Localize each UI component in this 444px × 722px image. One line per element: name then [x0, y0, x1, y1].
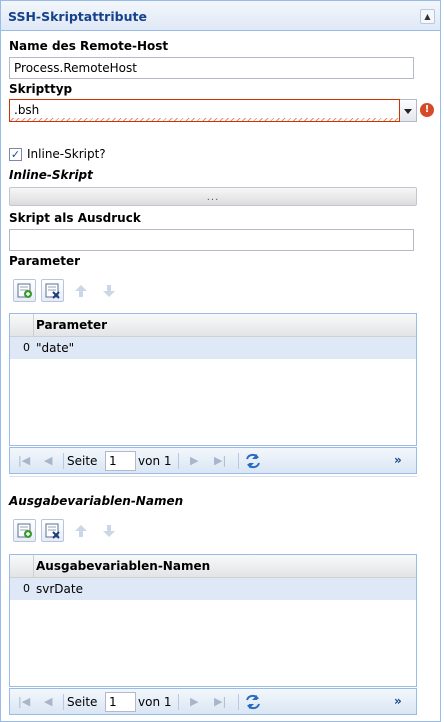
delete-parameter-button[interactable]	[41, 279, 64, 302]
next-page-icon[interactable]: ▶	[190, 454, 198, 467]
more-button[interactable]: »	[394, 453, 402, 467]
separator	[63, 694, 64, 710]
inline-script-label: Inline-Skript	[9, 168, 93, 182]
page-label: Seite	[67, 454, 98, 468]
panel-title: SSH-Skriptattribute	[8, 9, 147, 24]
separator	[178, 694, 179, 710]
column-header[interactable]: Ausgabevariablen-Namen	[36, 559, 210, 573]
move-up-icon	[75, 525, 87, 537]
page-count-label: von 1	[138, 695, 172, 709]
separator	[238, 694, 239, 710]
script-expression-label: Skript als Ausdruck	[9, 211, 141, 225]
separator	[238, 453, 239, 469]
inline-script-edit-button[interactable]: ...	[9, 187, 417, 206]
last-page-icon[interactable]: ▶|	[214, 454, 226, 467]
script-type-combo[interactable]: .bsh	[9, 99, 417, 122]
script-type-label: Skripttyp	[9, 82, 73, 96]
parameters-label: Parameter	[9, 254, 81, 268]
move-down-button[interactable]	[97, 279, 120, 302]
error-icon: !	[420, 103, 434, 117]
move-down-button[interactable]	[97, 519, 120, 542]
output-vars-label: Ausgabevariablen-Namen	[9, 494, 184, 508]
table-row[interactable]: 0 "date"	[10, 337, 416, 359]
row-number: 0	[23, 341, 30, 354]
page-label: Seite	[67, 695, 98, 709]
output-vars-pager: |◀ ◀ Seite 1 von 1 ▶ ▶| »	[9, 688, 417, 715]
move-up-icon	[75, 285, 87, 297]
divider	[9, 476, 417, 477]
refresh-icon[interactable]	[244, 693, 262, 711]
first-page-icon[interactable]: |◀	[18, 454, 30, 467]
table-cell[interactable]: "date"	[36, 341, 74, 355]
separator	[178, 453, 179, 469]
script-type-input[interactable]: .bsh	[9, 99, 400, 122]
move-down-icon	[103, 525, 115, 537]
page-count-label: von 1	[138, 454, 172, 468]
delete-output-var-button[interactable]	[41, 519, 64, 542]
panel-header: SSH-Skriptattribute ▲	[1, 1, 440, 31]
table-row[interactable]: 0 svrDate	[10, 578, 416, 600]
grid-header: Ausgabevariablen-Namen	[10, 555, 416, 578]
more-button[interactable]: »	[394, 694, 402, 708]
add-output-var-button[interactable]	[13, 519, 36, 542]
row-number-header	[10, 314, 34, 336]
add-row-icon	[17, 523, 32, 538]
parameters-grid: Parameter 0 "date"	[9, 313, 417, 446]
row-number: 0	[23, 582, 30, 595]
page-number-input[interactable]: 1	[105, 451, 136, 471]
grid-header: Parameter	[10, 314, 416, 337]
prev-page-icon[interactable]: ◀	[44, 454, 52, 467]
move-up-button[interactable]	[69, 279, 92, 302]
ssh-script-attributes-panel: SSH-Skriptattribute ▲ Name des Remote-Ho…	[0, 0, 441, 722]
parameters-pager: |◀ ◀ Seite 1 von 1 ▶ ▶| »	[9, 447, 417, 474]
move-up-button[interactable]	[69, 519, 92, 542]
inline-script-checkbox-label: Inline-Skript?	[27, 147, 106, 161]
chevron-down-icon[interactable]	[400, 99, 417, 122]
add-row-icon	[17, 283, 32, 298]
last-page-icon[interactable]: ▶|	[214, 695, 226, 708]
refresh-icon[interactable]	[244, 452, 262, 470]
prev-page-icon[interactable]: ◀	[44, 695, 52, 708]
inline-script-checkbox[interactable]: ✓	[9, 148, 22, 161]
delete-row-icon	[45, 283, 60, 299]
row-number-header	[10, 555, 34, 577]
add-parameter-button[interactable]	[13, 279, 36, 302]
script-expression-input[interactable]	[9, 229, 414, 251]
move-down-icon	[103, 285, 115, 297]
page-number-input[interactable]: 1	[105, 692, 136, 712]
separator	[63, 453, 64, 469]
remote-host-input[interactable]: Process.RemoteHost	[9, 57, 414, 79]
column-header[interactable]: Parameter	[36, 318, 107, 332]
table-cell[interactable]: svrDate	[36, 582, 83, 596]
collapse-icon[interactable]: ▲	[420, 9, 435, 24]
delete-row-icon	[45, 523, 60, 539]
output-vars-grid: Ausgabevariablen-Namen 0 svrDate	[9, 554, 417, 687]
remote-host-label: Name des Remote-Host	[9, 39, 169, 53]
next-page-icon[interactable]: ▶	[190, 695, 198, 708]
first-page-icon[interactable]: |◀	[18, 695, 30, 708]
